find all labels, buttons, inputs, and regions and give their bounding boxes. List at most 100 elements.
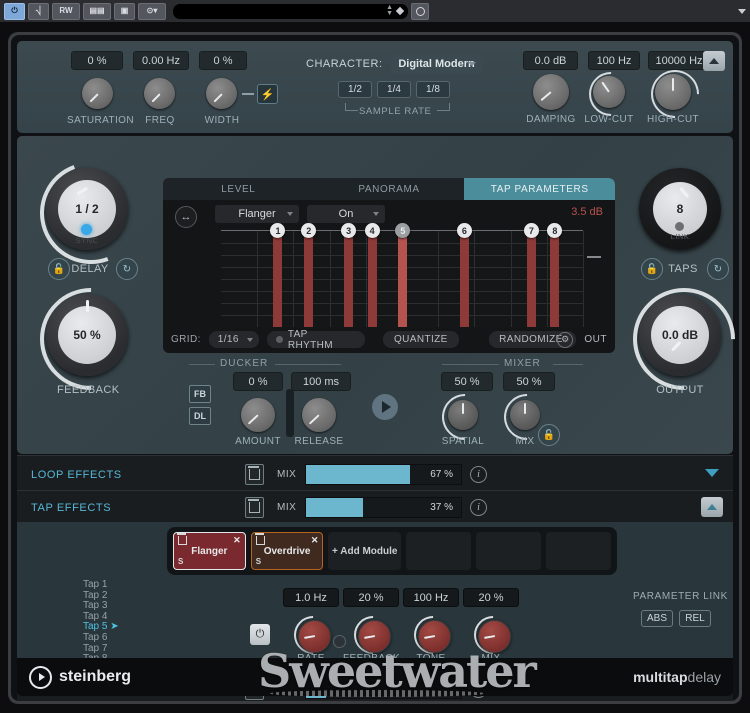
feedback-param-value[interactable]: 20 % (343, 588, 399, 607)
tap-list[interactable]: Tap 1Tap 2Tap 3Tap 4Tap 5 ➤Tap 6Tap 7Tap… (83, 580, 119, 665)
delay-reset-icon[interactable]: ↻ (116, 258, 138, 280)
power-icon[interactable]: ⏻ (4, 3, 25, 20)
tap-effects-mix-slider[interactable]: 37 % (305, 497, 462, 518)
output-knob[interactable]: 0.0 dB (639, 294, 721, 376)
grid-select[interactable]: 1/16 (209, 331, 259, 348)
tap-number-badge[interactable]: 3 (341, 223, 356, 238)
preset-field[interactable]: ▲▼ (173, 4, 408, 19)
add-module-button[interactable]: + Add Module (328, 532, 401, 570)
sample-rate-quarter[interactable]: 1/4 (377, 81, 411, 98)
lowcut-value[interactable]: 100 Hz (588, 51, 640, 70)
freq-value[interactable]: 0.00 Hz (133, 51, 189, 70)
damping-knob[interactable] (533, 74, 569, 110)
loop-effects-row[interactable]: LOOP EFFECTS MIX 67 % i (17, 455, 733, 492)
loop-effects-expand-caret[interactable] (705, 469, 719, 477)
rel-button[interactable]: REL (679, 610, 711, 627)
ducker-amount-knob[interactable] (241, 398, 275, 432)
tap-bar[interactable] (344, 231, 353, 327)
link-indicator[interactable] (675, 222, 684, 231)
tap-list-item[interactable]: Tap 1 (83, 580, 119, 591)
close-icon[interactable]: ✕ (233, 535, 241, 546)
taps-knob[interactable]: 8 LINK (639, 168, 721, 250)
tap-effects-info-icon[interactable]: i (470, 499, 487, 516)
loop-effects-info-icon[interactable]: i (470, 466, 487, 483)
tap-number-badge[interactable]: 1 (270, 223, 285, 238)
routing-icon[interactable]: ⊙▾ (138, 3, 166, 20)
mix-value[interactable]: 50 % (503, 372, 555, 391)
highcut-value[interactable]: 10000 Hz (648, 51, 710, 70)
preview-play-button[interactable] (372, 394, 398, 420)
module-slot-empty[interactable] (406, 532, 471, 570)
character-dropdown[interactable]: Digital Modern (391, 54, 483, 73)
tone-value[interactable]: 100 Hz (403, 588, 459, 607)
rate-value[interactable]: 1.0 Hz (283, 588, 339, 607)
abs-button[interactable]: ABS (641, 610, 673, 627)
mix-param-value[interactable]: 20 % (463, 588, 519, 607)
mix-knob[interactable] (510, 400, 540, 430)
tap-bar[interactable] (273, 231, 282, 327)
module-select[interactable]: Flanger (215, 205, 299, 223)
ducker-amount-value[interactable]: 0 % (233, 372, 283, 391)
gear-icon[interactable]: ⚙ (557, 332, 573, 348)
tap-bar[interactable] (398, 231, 407, 327)
tap-number-badge[interactable]: 8 (547, 223, 562, 238)
taps-lock-icon[interactable]: 🔓 (641, 258, 663, 280)
tap-bar[interactable] (527, 231, 536, 327)
saturation-value[interactable]: 0 % (71, 51, 123, 70)
tap-number-badge[interactable]: 6 (457, 223, 472, 238)
tone-knob[interactable] (418, 620, 451, 653)
tap-number-badge[interactable]: 5 (395, 223, 410, 238)
tap-bar[interactable] (368, 231, 377, 327)
tap-bar[interactable] (304, 231, 313, 327)
delay-knob[interactable]: 1 / 2 SYNC (46, 168, 128, 250)
module-slot-empty[interactable] (476, 532, 541, 570)
tap-effects-row[interactable]: TAP EFFECTS MIX 37 % i (17, 490, 733, 524)
loop-effects-delete-icon[interactable] (245, 464, 264, 485)
tap-effects-delete-icon[interactable] (245, 497, 264, 518)
tap-graph[interactable]: 12345678 (221, 230, 583, 327)
close-icon[interactable]: ✕ (311, 535, 319, 546)
compare-icon[interactable]: ▤▤ (83, 3, 111, 20)
module-card-overdrive[interactable]: ✕ Overdrive S (251, 532, 324, 570)
read-write-buttons[interactable]: RW (52, 3, 80, 20)
width-value[interactable]: 0 % (199, 51, 247, 70)
stepper-icon[interactable]: ▲▼ (386, 5, 393, 17)
collapse-character-button[interactable] (703, 51, 725, 71)
saturation-knob[interactable] (82, 78, 113, 109)
tab-tap-parameters[interactable]: TAP PARAMETERS (464, 178, 615, 200)
tap-number-badge[interactable]: 7 (524, 223, 539, 238)
bolt-icon[interactable]: ⚡ (257, 84, 278, 104)
module-power-button[interactable]: ⏻ (250, 624, 270, 645)
ducker-fb-button[interactable]: FB (189, 385, 211, 403)
tap-bar[interactable] (550, 231, 559, 327)
tab-panorama[interactable]: PANORAMA (314, 178, 465, 200)
tap-list-item[interactable]: Tap 6 (83, 633, 119, 644)
bin-icon[interactable] (256, 536, 265, 545)
sample-rate-eighth[interactable]: 1/8 (416, 81, 450, 98)
spatial-knob[interactable] (448, 400, 478, 430)
rate-link-dot[interactable] (333, 635, 346, 648)
highcut-knob[interactable] (655, 74, 691, 110)
solo-icon[interactable]: S (256, 557, 261, 566)
taps-reset-icon[interactable]: ↻ (707, 258, 729, 280)
sync-indicator[interactable] (81, 224, 92, 235)
feedback-knob[interactable]: 50 % (46, 294, 128, 376)
tap-bar[interactable] (460, 231, 469, 327)
preset-icon[interactable]: ▣ (114, 3, 135, 20)
camera-icon[interactable] (411, 3, 429, 20)
state-select[interactable]: On (307, 205, 385, 223)
spatial-value[interactable]: 50 % (441, 372, 493, 391)
sample-rate-half[interactable]: 1/2 (338, 81, 372, 98)
quantize-button[interactable]: QUANTIZE (383, 331, 460, 348)
tap-effects-collapse-button[interactable] (701, 497, 723, 517)
ducker-dl-button[interactable]: DL (189, 407, 211, 425)
tap-rhythm-button[interactable]: TAP RHYTHM (267, 331, 365, 348)
tap-number-badge[interactable]: 4 (365, 223, 380, 238)
module-card-flanger[interactable]: ✕ Flanger S (173, 532, 246, 570)
module-slot-empty[interactable] (546, 532, 611, 570)
width-knob[interactable] (206, 78, 237, 109)
feedback-param-knob[interactable] (358, 620, 391, 653)
solo-icon[interactable]: S (178, 557, 183, 566)
damping-value[interactable]: 0.0 dB (523, 51, 578, 70)
freq-knob[interactable] (144, 78, 175, 109)
